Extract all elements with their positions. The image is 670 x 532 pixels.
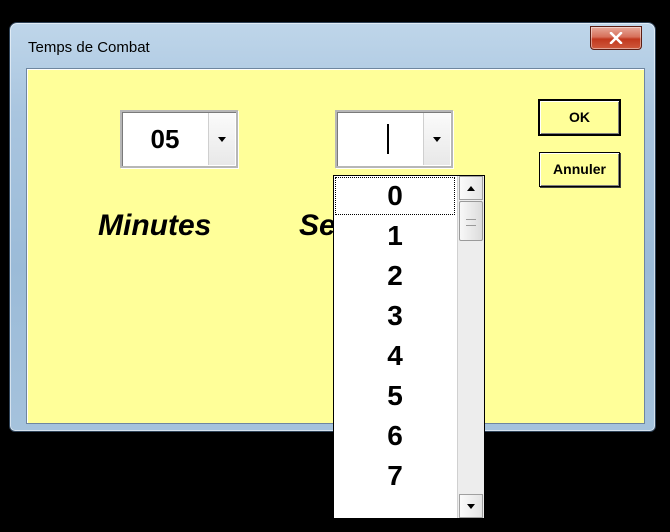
chevron-down-icon — [433, 136, 441, 142]
seconds-dropdown-button[interactable] — [423, 113, 450, 165]
dropdown-items: 0 1 2 3 4 5 6 7 — [334, 176, 456, 496]
close-button[interactable] — [590, 26, 642, 50]
ok-button[interactable]: OK — [538, 99, 621, 136]
seconds-combobox[interactable] — [335, 110, 453, 168]
scroll-thumb[interactable] — [459, 201, 483, 241]
list-item[interactable]: 7 — [334, 456, 456, 496]
text-cursor — [387, 124, 389, 154]
list-item[interactable]: 5 — [334, 376, 456, 416]
seconds-label: Se — [299, 209, 336, 242]
list-item[interactable]: 0 — [334, 176, 456, 216]
list-item[interactable]: 2 — [334, 256, 456, 296]
chevron-up-icon — [467, 185, 475, 191]
list-item[interactable]: 6 — [334, 416, 456, 456]
chevron-down-icon — [467, 503, 475, 509]
minutes-combobox[interactable]: 05 — [120, 110, 238, 168]
vertical-scrollbar[interactable] — [457, 176, 484, 518]
seconds-value[interactable] — [337, 112, 423, 166]
seconds-dropdown-list[interactable]: 0 1 2 3 4 5 6 7 — [333, 175, 485, 519]
close-icon — [609, 32, 623, 44]
window-title: Temps de Combat — [28, 39, 150, 56]
minutes-dropdown-button[interactable] — [208, 113, 235, 165]
scroll-up-button[interactable] — [459, 176, 483, 200]
list-item[interactable]: 4 — [334, 336, 456, 376]
title-bar[interactable]: Temps de Combat — [10, 23, 655, 67]
minutes-label: Minutes — [98, 209, 212, 242]
cancel-button[interactable]: Annuler — [539, 152, 620, 187]
minutes-value[interactable]: 05 — [122, 112, 208, 166]
list-item[interactable]: 3 — [334, 296, 456, 336]
chevron-down-icon — [218, 136, 226, 142]
scroll-down-button[interactable] — [459, 494, 483, 518]
list-item[interactable]: 1 — [334, 216, 456, 256]
